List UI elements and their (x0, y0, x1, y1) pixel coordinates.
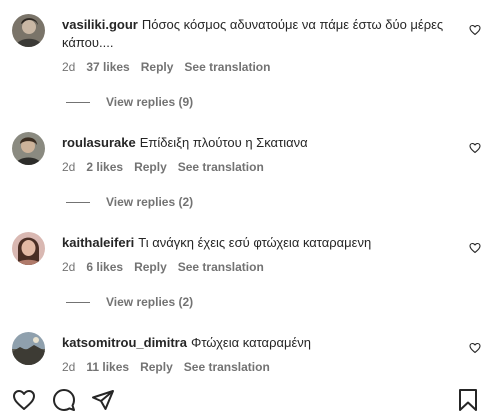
comment-username[interactable]: roulasurake (62, 135, 136, 150)
avatar[interactable] (12, 232, 45, 265)
comment-time: 2d (62, 60, 76, 74)
comment-text: Επίδειξη πλούτου η Σκατιανα (139, 135, 308, 150)
reply-button[interactable]: Reply (134, 160, 167, 174)
post-action-bar (0, 382, 491, 418)
comment-text: Φτώχεια καταραμένη (190, 335, 311, 350)
replies-divider (66, 101, 90, 103)
like-comment-heart-icon[interactable] (469, 342, 481, 354)
view-replies-button[interactable]: View replies (2) (66, 195, 193, 209)
reply-button[interactable]: Reply (141, 60, 174, 74)
view-replies-button[interactable]: View replies (9) (66, 95, 193, 109)
comment-likes[interactable]: 11 likes (86, 360, 129, 374)
comment-text-block: kaithaleiferi Τι ανάγκη έχεις εσύ φτώχεια… (62, 234, 457, 252)
see-translation-button[interactable]: See translation (184, 60, 270, 74)
comment-time: 2d (62, 360, 76, 374)
comment-likes[interactable]: 6 likes (86, 260, 123, 274)
replies-divider (66, 301, 90, 303)
comment-meta: 2d 37 likes Reply See translation (62, 60, 281, 74)
like-comment-heart-icon[interactable] (469, 142, 481, 154)
comment-meta: 2d 6 likes Reply See translation (62, 260, 275, 274)
comment-time: 2d (62, 260, 76, 274)
view-replies-label: View replies (2) (106, 295, 194, 309)
comment-time: 2d (62, 160, 76, 174)
like-comment-heart-icon[interactable] (469, 242, 481, 254)
see-translation-button[interactable]: See translation (178, 260, 264, 274)
heart-icon[interactable] (12, 388, 36, 412)
bookmark-icon[interactable] (456, 388, 480, 412)
avatar[interactable] (12, 332, 45, 365)
like-comment-heart-icon[interactable] (469, 24, 481, 36)
view-replies-label: View replies (2) (106, 195, 194, 209)
comment-likes[interactable]: 37 likes (86, 60, 129, 74)
comment-likes[interactable]: 2 likes (86, 160, 123, 174)
send-icon[interactable] (91, 388, 115, 412)
comment-username[interactable]: vasiliki.gour (62, 17, 138, 32)
reply-button[interactable]: Reply (140, 360, 173, 374)
comment-username[interactable]: katsomitrou_dimitra (62, 335, 187, 350)
comment-text-block: vasiliki.gour Πόσος κόσμος αδυνατούμε να … (62, 16, 457, 52)
comment-text-block: roulasurake Επίδειξη πλούτου η Σκατιανα (62, 134, 457, 152)
comment-text: Τι ανάγκη έχεις εσύ φτώχεια καταραμενη (138, 235, 372, 250)
replies-divider (66, 201, 90, 203)
reply-button[interactable]: Reply (134, 260, 167, 274)
view-replies-label: View replies (9) (106, 95, 194, 109)
see-translation-button[interactable]: See translation (178, 160, 264, 174)
comments-list: vasiliki.gour Πόσος κόσμος αδυνατούμε να … (0, 0, 491, 380)
avatar[interactable] (12, 14, 45, 47)
comment-username[interactable]: kaithaleiferi (62, 235, 134, 250)
avatar[interactable] (12, 132, 45, 165)
comment-meta: 2d 2 likes Reply See translation (62, 160, 275, 174)
comment-meta: 2d 11 likes Reply See translation (62, 360, 281, 374)
comment-text-block: katsomitrou_dimitra Φτώχεια καταραμένη (62, 334, 457, 352)
view-replies-button[interactable]: View replies (2) (66, 295, 193, 309)
comment-icon[interactable] (52, 388, 76, 412)
see-translation-button[interactable]: See translation (184, 360, 270, 374)
